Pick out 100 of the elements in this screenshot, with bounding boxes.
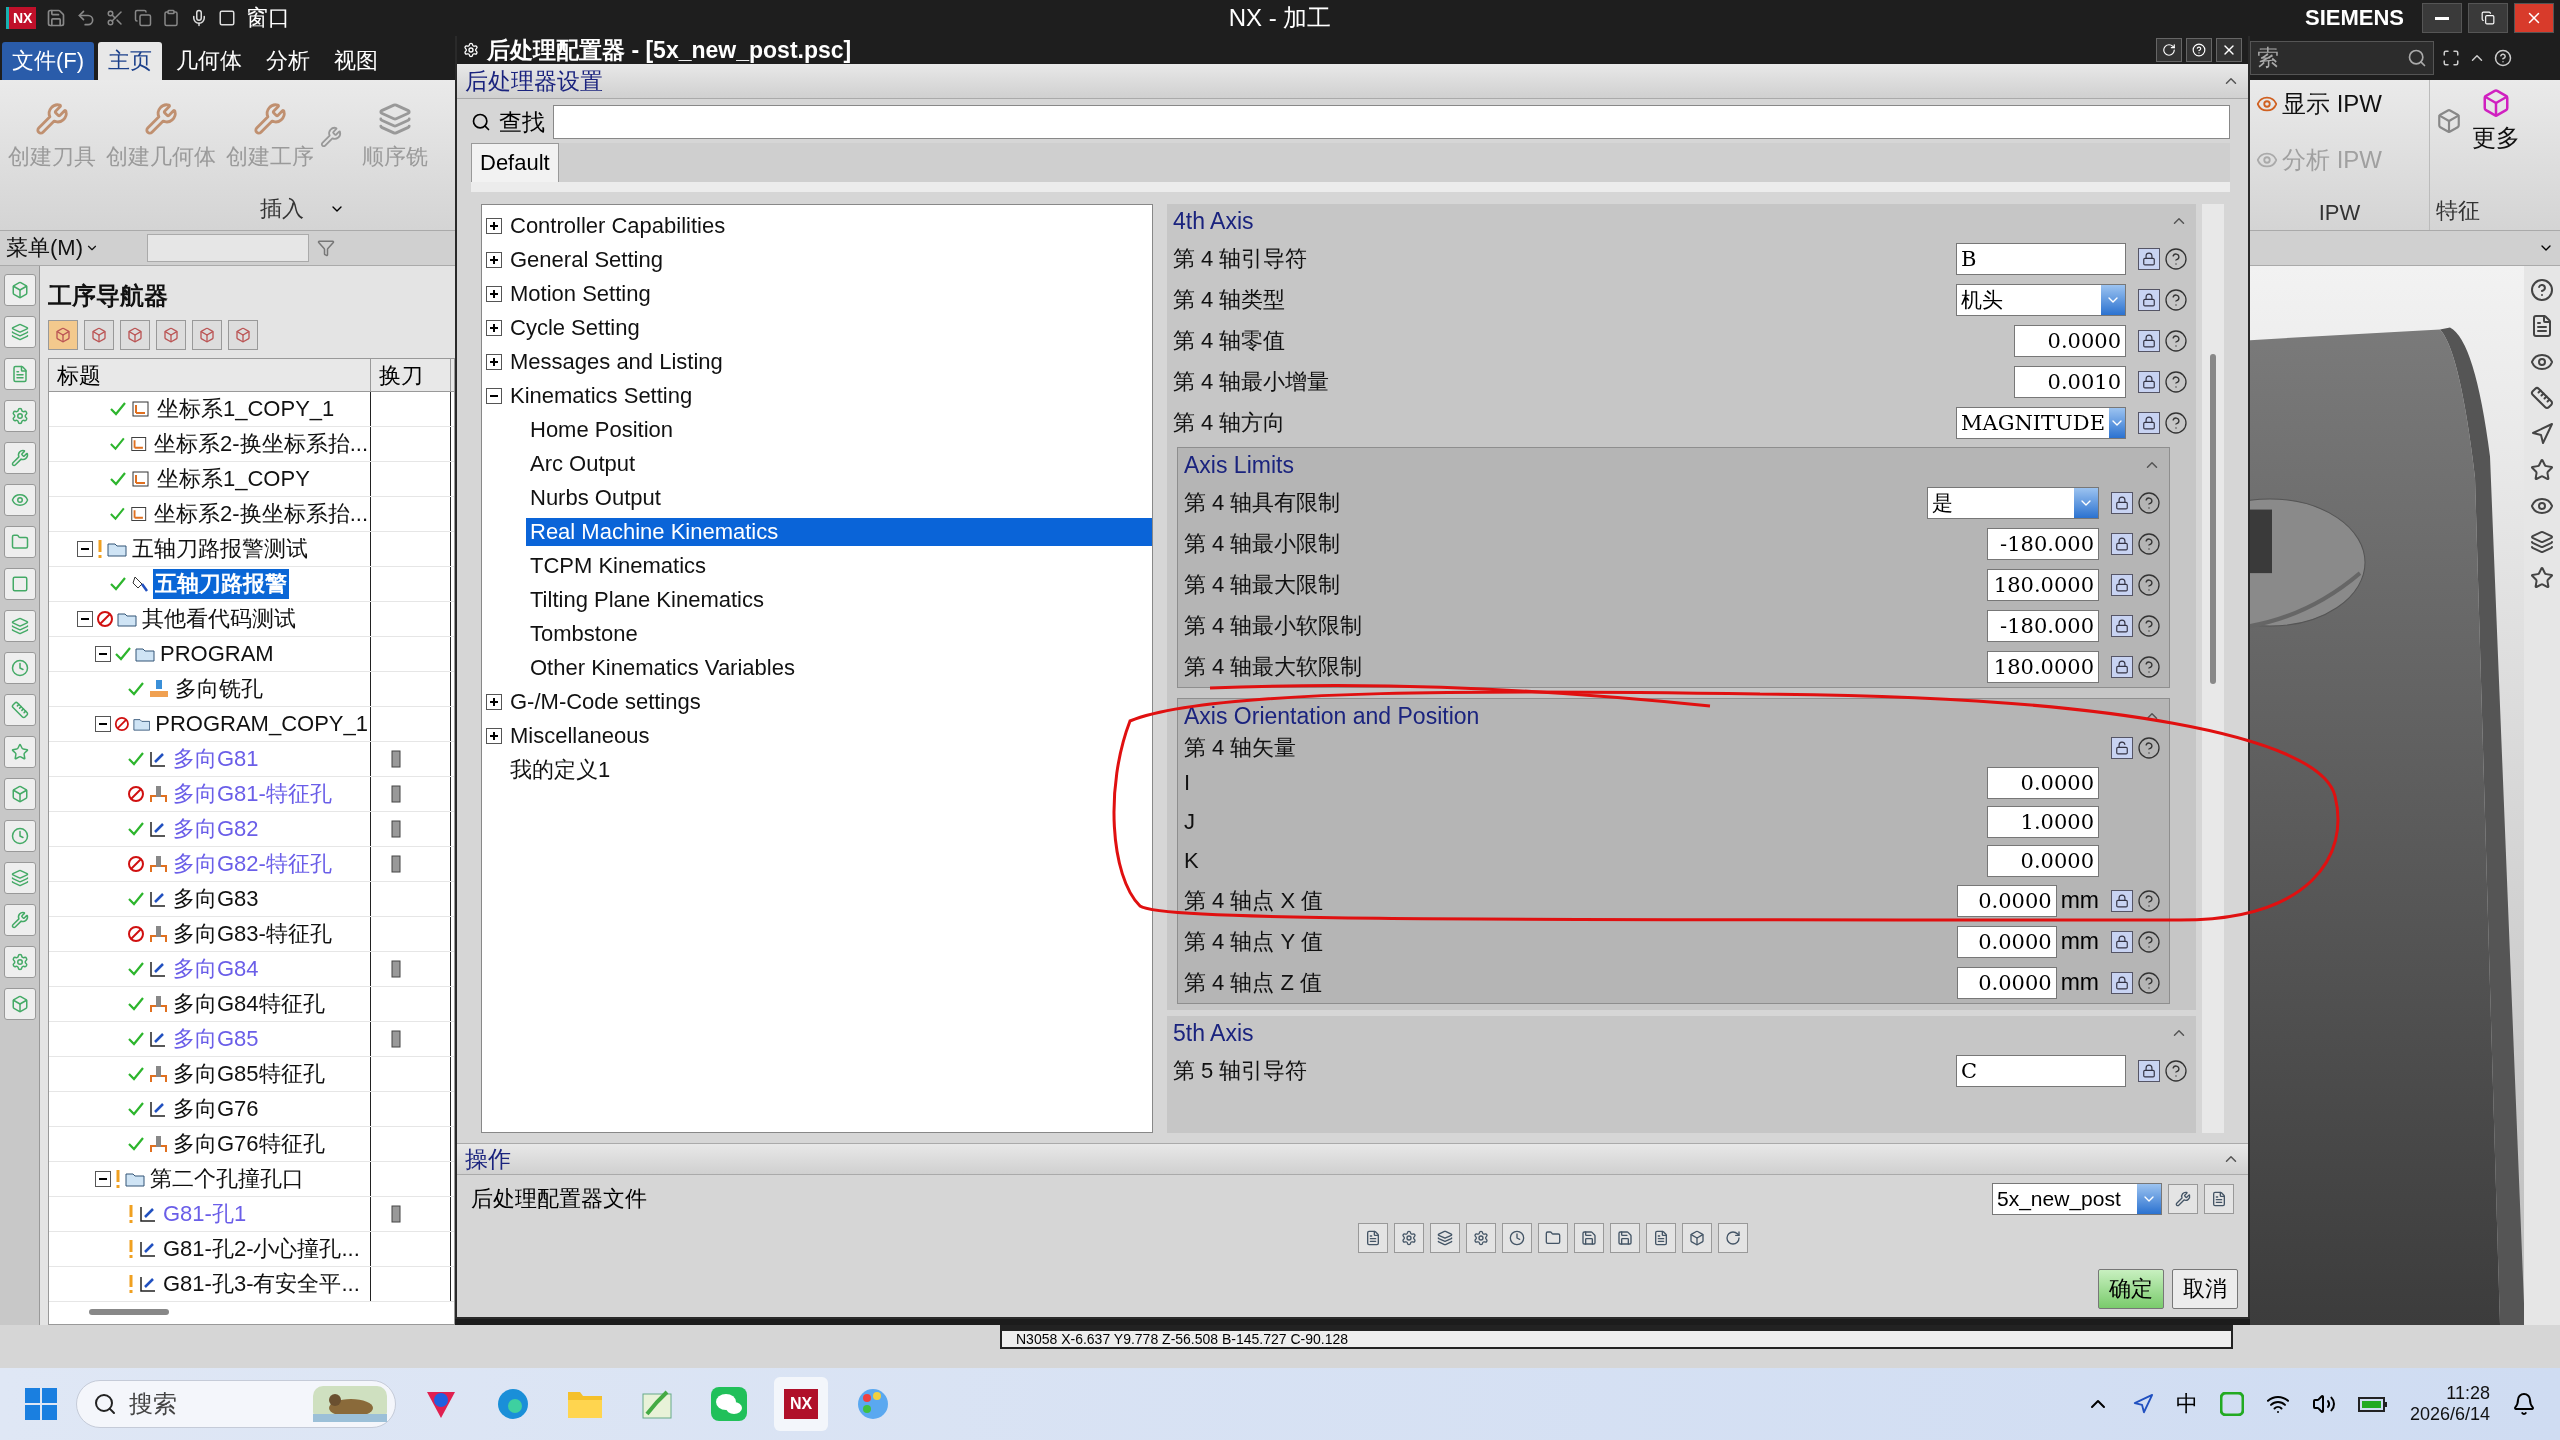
navigator-row[interactable]: 坐标系1_COPY_1: [49, 392, 454, 427]
dropdown[interactable]: 5x_new_post: [1992, 1183, 2162, 1215]
search-field[interactable]: 索: [2250, 41, 2434, 75]
tree-item[interactable]: Tilting Plane Kinematics: [526, 586, 768, 614]
notification-icon[interactable]: [2512, 1392, 2536, 1416]
tree-item[interactable]: General Setting: [506, 246, 667, 274]
view-tool-icon[interactable]: [2530, 530, 2554, 554]
unlock-button[interactable]: [2111, 737, 2133, 759]
help-icon[interactable]: [2164, 410, 2188, 435]
view-tool-icon[interactable]: [2530, 458, 2554, 482]
collapse-toggle[interactable]: [77, 541, 93, 557]
column-header[interactable]: 标题: [49, 359, 371, 393]
tree-item[interactable]: Other Kinematics Variables: [526, 654, 799, 682]
expand-toggle[interactable]: [486, 320, 502, 336]
help-icon[interactable]: [2164, 328, 2188, 353]
number-field[interactable]: 0.0000: [1987, 766, 2099, 799]
navigator-row[interactable]: 多向G81: [49, 742, 454, 777]
cancel-button[interactable]: 取消: [2172, 1269, 2238, 1309]
tree-item[interactable]: Motion Setting: [506, 280, 655, 308]
toolbar-button[interactable]: [1357, 1223, 1388, 1253]
collapse-toggle[interactable]: [95, 716, 111, 732]
tree-item[interactable]: Tombstone: [526, 620, 642, 648]
lock-button[interactable]: [2111, 573, 2133, 596]
expand-toggle[interactable]: [486, 218, 502, 234]
number-field[interactable]: 180.0000: [1987, 568, 2099, 601]
view-tool-icon[interactable]: [2530, 314, 2554, 338]
scrollbar-thumb[interactable]: [2210, 354, 2216, 684]
navigator-row[interactable]: G81-孔1: [49, 1197, 454, 1232]
toolbar-button[interactable]: [1573, 1223, 1604, 1253]
menu-button[interactable]: 菜单(M): [6, 233, 99, 263]
file-button[interactable]: [2204, 1184, 2234, 1214]
collapse-toggle[interactable]: [95, 646, 111, 662]
lock-button[interactable]: [2138, 329, 2160, 352]
collapse-toggle[interactable]: [486, 388, 502, 404]
app-button[interactable]: NX: [774, 1377, 828, 1431]
navigator-row[interactable]: 坐标系2-换坐标系抬...: [49, 497, 454, 532]
lock-button[interactable]: [2111, 532, 2133, 555]
toolbar-button[interactable]: [156, 320, 186, 350]
tree-item[interactable]: Nurbs Output: [526, 484, 665, 512]
navigator-row[interactable]: 多向G83-特征孔: [49, 917, 454, 952]
fullscreen-icon[interactable]: [2442, 49, 2460, 67]
number-field[interactable]: 0.0000: [1956, 925, 2057, 958]
help-button[interactable]: [2186, 38, 2212, 62]
paste-icon[interactable]: [162, 9, 181, 27]
expand-toggle[interactable]: [486, 694, 502, 710]
dropdown[interactable]: 是: [1927, 486, 2099, 519]
help-icon[interactable]: [2137, 929, 2161, 954]
number-field[interactable]: -180.000: [1987, 609, 2099, 642]
lock-button[interactable]: [2138, 288, 2160, 311]
collapse-toggle[interactable]: [95, 1171, 111, 1187]
lock-button[interactable]: [2111, 889, 2133, 912]
location-icon[interactable]: [2131, 1393, 2154, 1415]
number-field[interactable]: 0.0000: [1956, 884, 2057, 917]
dropdown[interactable]: 机头: [1956, 283, 2126, 316]
cut-icon[interactable]: [106, 9, 125, 27]
lock-button[interactable]: [2111, 655, 2133, 678]
app-logo[interactable]: NX: [6, 7, 37, 29]
close-button[interactable]: [2216, 38, 2242, 62]
navigator-row[interactable]: 多向G83: [49, 882, 454, 917]
number-field[interactable]: 0.0010: [2014, 365, 2126, 398]
navigator-row[interactable]: 多向G82-特征孔: [49, 847, 454, 882]
navigator-row[interactable]: 多向铣孔: [49, 672, 454, 707]
scrollbar-thumb[interactable]: [89, 1309, 169, 1315]
tree-item[interactable]: Home Position: [526, 416, 678, 444]
help-icon[interactable]: [2137, 490, 2161, 515]
collapse-toggle[interactable]: [77, 611, 93, 627]
toolbar-button[interactable]: [1609, 1223, 1640, 1253]
ribbon-tab[interactable]: 视图: [324, 42, 389, 80]
lock-button[interactable]: [2111, 491, 2133, 514]
toolbar-button[interactable]: [120, 320, 150, 350]
number-field[interactable]: 180.0000: [1987, 650, 2099, 683]
navigator-row[interactable]: 五轴刀路报警测试: [49, 532, 454, 567]
navigator-row[interactable]: 多向G84: [49, 952, 454, 987]
tree-item[interactable]: Miscellaneous: [506, 722, 654, 750]
clock-date[interactable]: 2026/6/14: [2409, 1404, 2490, 1425]
tree-item[interactable]: 我的定义1: [506, 754, 615, 786]
lock-button[interactable]: [2111, 971, 2133, 994]
help-icon[interactable]: [2137, 970, 2161, 995]
window-menu[interactable]: 窗口: [246, 3, 291, 33]
ribbon-tab[interactable]: 几何体: [166, 42, 253, 80]
view-tool-icon[interactable]: [2530, 566, 2554, 590]
expand-toggle[interactable]: [486, 354, 502, 370]
navigator-row[interactable]: 坐标系2-换坐标系抬...: [49, 427, 454, 462]
tree-item[interactable]: G-/M-Code settings: [506, 688, 705, 716]
clock-time[interactable]: 11:28: [2446, 1383, 2490, 1404]
view-tool-icon[interactable]: [2530, 386, 2554, 410]
tree-item[interactable]: Messages and Listing: [506, 348, 727, 376]
toolbar-button[interactable]: [192, 320, 222, 350]
help-icon[interactable]: [2164, 287, 2188, 312]
feature-icon[interactable]: [2436, 108, 2462, 134]
restore-button[interactable]: [2468, 3, 2508, 33]
search-field[interactable]: [553, 105, 2230, 139]
navigator-row[interactable]: 多向G84特征孔: [49, 987, 454, 1022]
lock-button[interactable]: [2138, 1059, 2160, 1082]
lock-button[interactable]: [2138, 370, 2160, 393]
help-icon[interactable]: [2137, 654, 2161, 679]
toolbar-button[interactable]: [1537, 1223, 1568, 1253]
navigator-row[interactable]: 五轴刀路报警: [49, 567, 454, 602]
ok-button[interactable]: 确定: [2098, 1269, 2164, 1309]
help-icon[interactable]: [2164, 1058, 2188, 1083]
